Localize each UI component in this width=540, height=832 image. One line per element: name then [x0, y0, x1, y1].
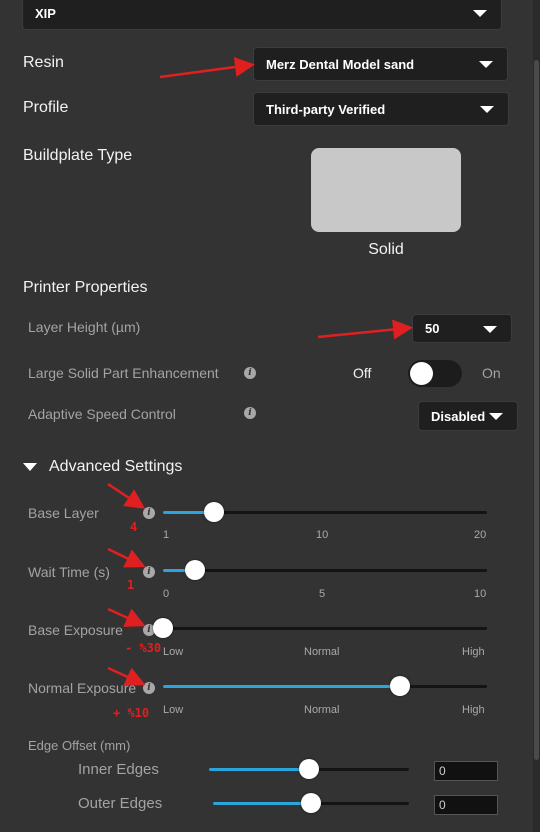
- tick-label: 1: [163, 529, 170, 541]
- annotation-note: - %30: [125, 641, 162, 655]
- arrow-to-resin: [159, 57, 255, 79]
- tick-label: 0: [163, 588, 170, 600]
- annotation-note: 4: [130, 520, 138, 534]
- adaptive-speed-select[interactable]: Disabled: [418, 401, 518, 431]
- edge-offset-label: Edge Offset (mm): [28, 738, 131, 753]
- layer-height-select[interactable]: 50: [412, 314, 512, 343]
- inner-edges-label: Inner Edges: [78, 761, 159, 778]
- tick-label: Low: [163, 646, 184, 658]
- layer-height-value: 50: [425, 321, 440, 336]
- triangle-down-icon: [23, 463, 37, 471]
- wait-time-label: Wait Time (s): [28, 564, 110, 580]
- advanced-settings-toggle[interactable]: Advanced Settings: [23, 458, 203, 478]
- profile-label: Profile: [23, 99, 69, 116]
- resin-label: Resin: [23, 54, 64, 71]
- scrollbar[interactable]: [533, 0, 540, 832]
- inner-edges-input[interactable]: [434, 761, 498, 781]
- tick-label: 5: [319, 588, 326, 600]
- info-icon[interactable]: i: [244, 367, 256, 379]
- arrow-to-base-layer: [107, 482, 146, 509]
- large-solid-label: Large Solid Part Enhancement: [28, 365, 219, 381]
- outer-edges-slider[interactable]: [213, 793, 409, 813]
- printer-select[interactable]: XIP: [22, 0, 502, 30]
- chevron-down-icon: [473, 10, 487, 17]
- printer-properties-heading: Printer Properties: [23, 279, 148, 296]
- base-exposure-slider[interactable]: [153, 618, 487, 638]
- arrow-to-wait-time: [107, 547, 146, 568]
- toggle-knob: [410, 362, 433, 385]
- outer-edges-input[interactable]: [434, 795, 498, 815]
- buildplate-label: Buildplate Type: [23, 147, 133, 164]
- buildplate-option-label: Solid: [368, 241, 404, 258]
- slider-thumb[interactable]: [185, 560, 206, 580]
- large-solid-toggle[interactable]: [408, 360, 462, 387]
- info-icon[interactable]: i: [244, 407, 256, 419]
- chevron-down-icon: [483, 325, 497, 333]
- adaptive-speed-label: Adaptive Speed Control: [28, 406, 176, 422]
- slider-thumb[interactable]: [153, 618, 173, 638]
- buildplate-option-solid[interactable]: [311, 148, 461, 232]
- slider-fill: [209, 768, 309, 771]
- tick-label: 10: [316, 529, 329, 541]
- slider-thumb[interactable]: [389, 676, 410, 696]
- wait-time-slider[interactable]: [163, 560, 487, 580]
- chevron-down-icon: [489, 413, 503, 420]
- tick-label: High: [462, 704, 485, 716]
- adaptive-speed-value: Disabled: [431, 408, 486, 424]
- resin-select-value: Merz Dental Model sand: [266, 56, 415, 72]
- outer-edges-label: Outer Edges: [78, 795, 163, 812]
- slider-fill: [213, 802, 311, 805]
- slider-thumb[interactable]: [301, 793, 321, 813]
- advanced-settings-heading: Advanced Settings: [49, 458, 183, 475]
- info-icon[interactable]: i: [143, 566, 155, 578]
- slider-fill: [163, 685, 400, 688]
- tick-label: Normal: [304, 646, 340, 658]
- profile-select-value: Third-party Verified: [266, 101, 386, 117]
- base-exposure-label: Base Exposure: [28, 622, 123, 638]
- large-solid-on-label: On: [482, 365, 501, 381]
- inner-edges-slider[interactable]: [209, 759, 409, 779]
- large-solid-off-label: Off: [353, 365, 372, 381]
- slider-thumb[interactable]: [204, 502, 225, 522]
- info-icon[interactable]: i: [143, 682, 155, 694]
- tick-label: 20: [474, 529, 487, 541]
- base-layer-label: Base Layer: [28, 505, 99, 521]
- tick-label: Low: [163, 704, 184, 716]
- chevron-down-icon: [480, 106, 494, 113]
- profile-select[interactable]: Third-party Verified: [253, 92, 509, 126]
- arrow-to-layer-height: [317, 319, 413, 340]
- tick-label: 10: [474, 588, 487, 600]
- resin-select[interactable]: Merz Dental Model sand: [253, 47, 508, 81]
- annotation-note: 1: [127, 578, 135, 592]
- tick-label: Normal: [304, 704, 340, 716]
- normal-exposure-label: Normal Exposure: [28, 680, 137, 696]
- info-icon[interactable]: i: [143, 507, 155, 519]
- scrollbar-thumb[interactable]: [534, 60, 539, 760]
- slider-thumb[interactable]: [299, 759, 319, 779]
- layer-height-label: Layer Height (µm): [28, 319, 141, 335]
- printer-select-value: XIP: [35, 5, 56, 21]
- chevron-down-icon: [479, 61, 493, 68]
- tick-label: High: [462, 646, 485, 658]
- annotation-note: + %10: [113, 706, 150, 720]
- normal-exposure-slider[interactable]: [163, 676, 487, 696]
- base-layer-slider[interactable]: [163, 502, 487, 522]
